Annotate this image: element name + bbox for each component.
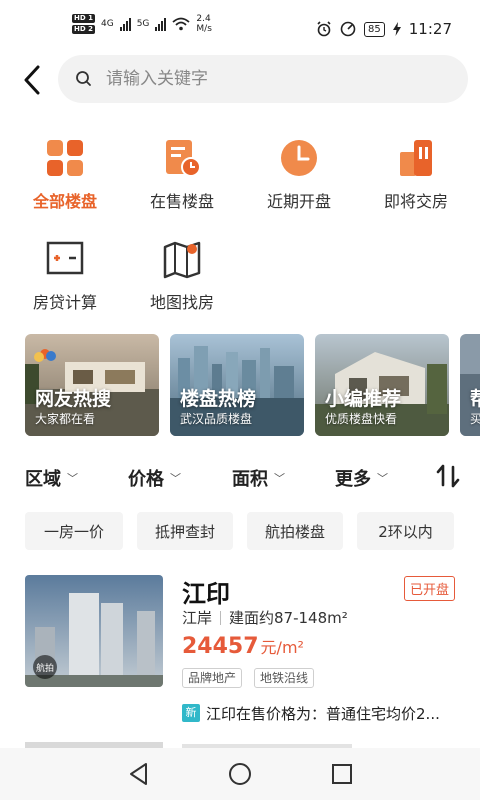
chevron-down-icon: ﹀: [274, 472, 285, 485]
filter-region[interactable]: 区域 ﹀: [25, 465, 78, 491]
menu-label: 房贷计算: [32, 293, 97, 312]
listing-news[interactable]: 江印在售价格为：普通住宅均价2...: [206, 703, 440, 724]
status-right: 85 11:27: [316, 20, 452, 38]
listing-price: 24457 元/m²: [182, 634, 304, 659]
search-icon: [76, 71, 91, 86]
banner-carousel[interactable]: 网友热搜 大家都在看 楼盘热榜 武汉品质楼盘 小编推荐 优质楼盘快看 帮 买: [25, 334, 480, 436]
aerial-badge: 航拍: [33, 655, 57, 679]
tag-one-price[interactable]: 一房一价: [25, 512, 123, 550]
hd1-badge: HD 1: [72, 14, 95, 23]
banner-subtitle: 优质楼盘快看: [325, 412, 398, 426]
banner-title: 小编推荐: [325, 388, 402, 410]
filter-label: 更多: [335, 469, 371, 490]
clock-time: 11:27: [408, 20, 452, 38]
clock-icon: [281, 140, 317, 176]
menu-upcoming-delivery[interactable]: 即将交房: [366, 138, 466, 212]
menu-label: 全部楼盘: [32, 192, 97, 211]
banner-partial[interactable]: 帮 买: [460, 334, 480, 436]
tag-mortgage-seizure[interactable]: 抵押查封: [137, 512, 233, 550]
banner-hot-search[interactable]: 网友热搜 大家都在看: [25, 334, 159, 436]
chevron-down-icon: ﹀: [170, 472, 181, 485]
listing-tag: 地铁沿线: [254, 668, 315, 688]
divider: [220, 610, 222, 625]
banner-hot-ranking[interactable]: 楼盘热榜 武汉品质楼盘: [170, 334, 304, 436]
signal-icon: [119, 17, 131, 31]
calculator-icon: [46, 241, 84, 275]
tag-within-2nd-ring[interactable]: 2环以内: [357, 512, 454, 550]
wifi-icon: [172, 17, 190, 31]
filter-price[interactable]: 价格 ﹀: [128, 465, 181, 491]
menu-label: 即将交房: [383, 192, 448, 211]
battery-level: 85: [364, 21, 385, 37]
filter-label: 面积: [232, 469, 268, 490]
price-value: 24457: [182, 634, 259, 659]
banner-subtitle: 大家都在看: [35, 412, 96, 426]
recents-square-icon[interactable]: [329, 761, 355, 787]
price-unit: 元/m²: [260, 638, 304, 657]
status-left: HD 1 HD 2 4G 5G 2.4 M/s: [72, 14, 212, 34]
chevron-left-icon: [24, 65, 40, 95]
menu-mortgage-calculator[interactable]: 房贷计算: [15, 239, 115, 313]
filter-area[interactable]: 面积 ﹀: [232, 465, 285, 491]
document-clock-icon: [166, 140, 201, 177]
hd2-badge: HD 2: [72, 25, 95, 34]
banner-subtitle: 买: [470, 412, 480, 426]
menu-on-sale[interactable]: 在售楼盘: [132, 138, 232, 212]
map-pin-icon: [163, 241, 201, 279]
network-type-2: 5G: [136, 19, 150, 29]
banner-title: 帮: [470, 388, 480, 410]
alarm-icon: [317, 21, 331, 37]
search-bar[interactable]: [58, 55, 468, 103]
listing-area: 建面约87-148m²: [229, 609, 348, 627]
chevron-down-icon: ﹀: [377, 472, 388, 485]
speed-unit: M/s: [196, 24, 212, 34]
tag-aerial-properties[interactable]: 航拍楼盘: [247, 512, 343, 550]
banner-title: 网友热搜: [35, 388, 112, 410]
home-circle-icon[interactable]: [227, 761, 253, 787]
chevron-down-icon: ﹀: [67, 472, 78, 485]
back-triangle-icon[interactable]: [126, 761, 152, 787]
hd-indicators: HD 1 HD 2: [72, 14, 95, 34]
network-type-1: 4G: [100, 19, 114, 29]
new-badge: 新: [182, 704, 200, 722]
status-bar: HD 1 HD 2 4G 5G 2.4 M/s 85 11:27: [0, 0, 480, 44]
listing-thumbnail[interactable]: 航拍: [25, 575, 163, 687]
filter-more[interactable]: 更多 ﹀: [335, 465, 388, 491]
menu-label: 近期开盘: [266, 192, 331, 211]
filter-label: 价格: [128, 469, 164, 490]
banner-subtitle: 武汉品质楼盘: [180, 412, 253, 426]
banner-title: 楼盘热榜: [180, 388, 257, 410]
speed-value: 2.4: [196, 14, 211, 24]
listing-title[interactable]: 江印: [182, 574, 230, 609]
signal-icon: [155, 17, 167, 31]
filter-label: 区域: [25, 469, 61, 490]
listing-tag: 品牌地产: [182, 668, 243, 688]
charging-icon: [392, 22, 401, 36]
back-button[interactable]: [14, 62, 50, 98]
status-badge: 已开盘: [404, 576, 456, 601]
system-navigation-bar: [0, 748, 480, 800]
building-icon: [400, 140, 432, 176]
network-speed: 2.4 M/s: [196, 14, 212, 34]
menu-recent-opening[interactable]: 近期开盘: [249, 138, 349, 212]
sort-icon[interactable]: [436, 463, 460, 489]
menu-label: 在售楼盘: [149, 192, 214, 211]
menu-map-search[interactable]: 地图找房: [132, 239, 232, 313]
grid-squares-icon: [47, 140, 83, 176]
listing-meta: 江岸 建面约87-148m²: [182, 607, 348, 628]
menu-label: 地图找房: [149, 293, 214, 312]
speedometer-icon: [340, 21, 356, 37]
search-input[interactable]: [106, 69, 436, 89]
listing-district: 江岸: [182, 609, 213, 627]
menu-all-properties[interactable]: 全部楼盘: [15, 138, 115, 212]
banner-editor-pick[interactable]: 小编推荐 优质楼盘快看: [315, 334, 449, 436]
